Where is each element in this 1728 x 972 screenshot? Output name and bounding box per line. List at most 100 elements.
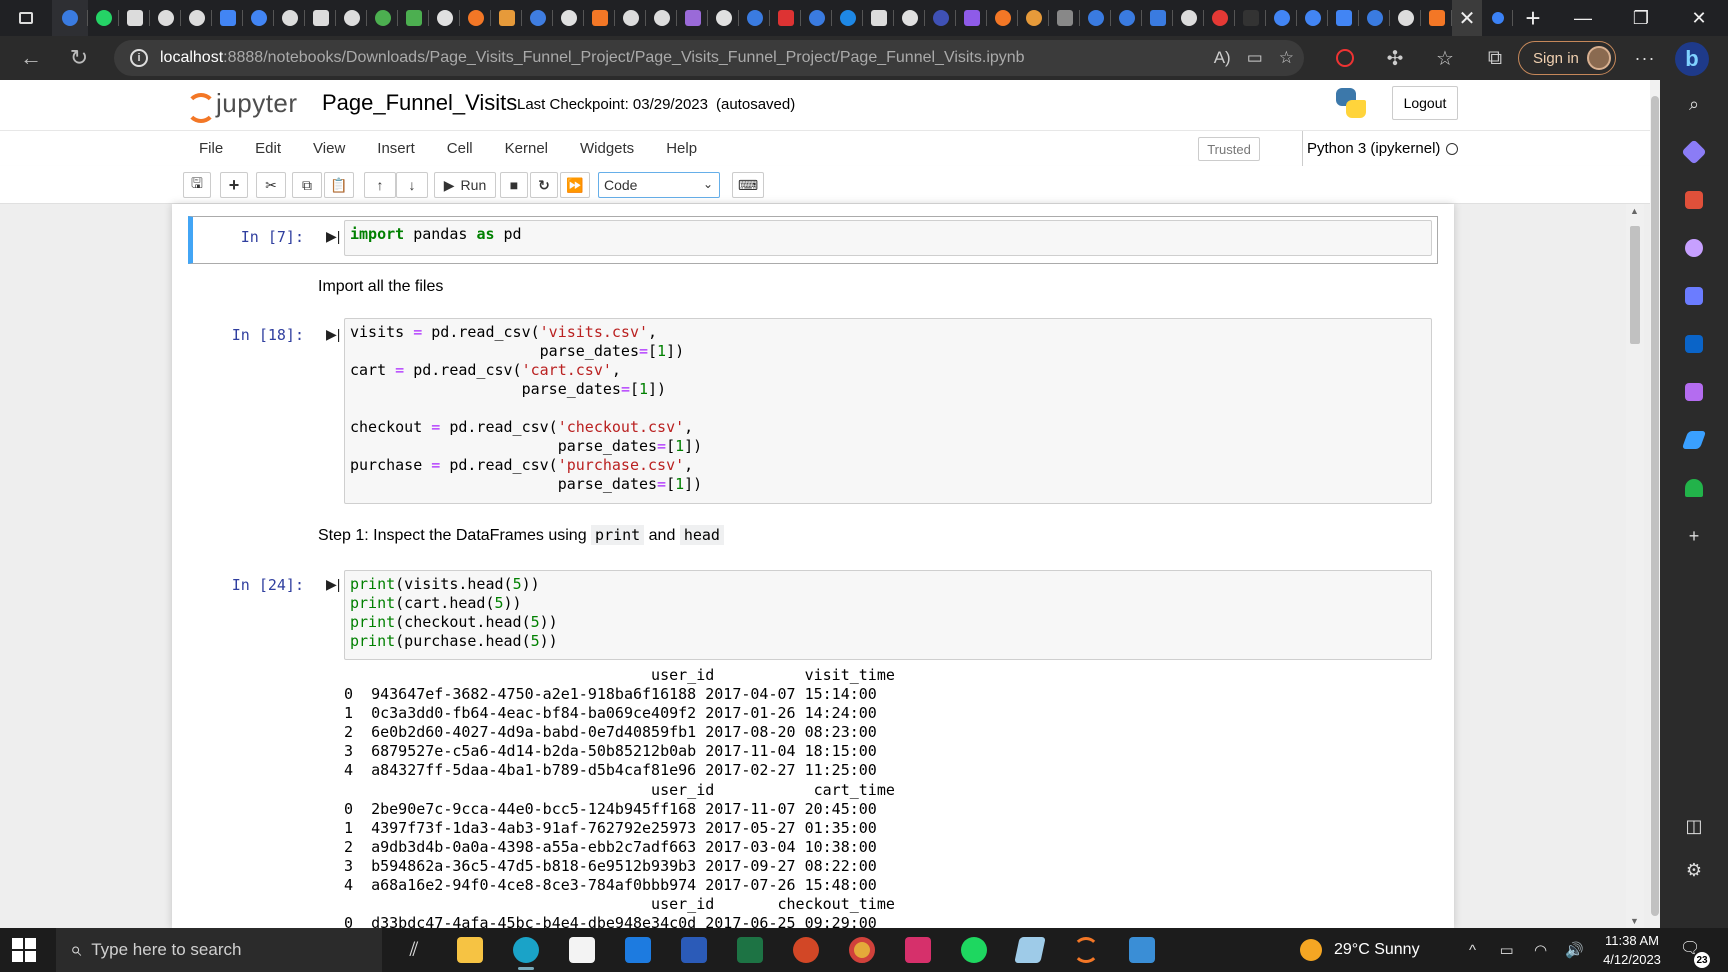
- browser-tab[interactable]: [274, 0, 305, 36]
- weather-sun-icon[interactable]: [1300, 939, 1322, 961]
- browser-tab[interactable]: [677, 0, 708, 36]
- extension-icon[interactable]: [1320, 36, 1370, 80]
- notebook-scrollbar[interactable]: ▲ ▼: [1626, 204, 1644, 928]
- extensions-icon[interactable]: ✣: [1370, 36, 1420, 80]
- browser-tab[interactable]: [336, 0, 367, 36]
- show-hidden-icons-icon[interactable]: ^: [1456, 942, 1490, 959]
- file-explorer-icon[interactable]: [442, 928, 498, 972]
- browser-tab[interactable]: [181, 0, 212, 36]
- keyboard-shortcuts-icon[interactable]: ⌨: [732, 172, 764, 198]
- mail-icon[interactable]: [610, 928, 666, 972]
- browser-tab[interactable]: [1390, 0, 1421, 36]
- outlook-icon[interactable]: [1682, 332, 1706, 356]
- kernel-name[interactable]: Python 3 (ipykernel): [1302, 131, 1440, 167]
- browser-tab[interactable]: [367, 0, 398, 36]
- chrome-icon[interactable]: [834, 928, 890, 972]
- tag-icon[interactable]: [1681, 139, 1707, 165]
- browser-tab[interactable]: [1142, 0, 1173, 36]
- run-button[interactable]: ▶ Run: [434, 172, 496, 198]
- run-cell-icon[interactable]: ▶|: [326, 576, 340, 593]
- minimize-button[interactable]: —: [1554, 0, 1612, 36]
- add-favorite-icon[interactable]: ☆: [1279, 48, 1294, 68]
- scrollbar-thumb[interactable]: [1630, 226, 1640, 344]
- settings-icon[interactable]: ⚙: [1682, 858, 1706, 882]
- browser-tab[interactable]: [1080, 0, 1111, 36]
- task-view-icon[interactable]: ⫽: [386, 928, 442, 972]
- browser-tab[interactable]: [1266, 0, 1297, 36]
- tree-icon[interactable]: [1682, 476, 1706, 500]
- wifi-icon[interactable]: ◠: [1524, 941, 1558, 959]
- code-cell-input[interactable]: visits = pd.read_csv('visits.csv', parse…: [344, 318, 1432, 504]
- send-icon[interactable]: [1681, 428, 1707, 452]
- browser-tab[interactable]: [987, 0, 1018, 36]
- browser-tab[interactable]: [52, 0, 88, 36]
- browser-tab[interactable]: [398, 0, 429, 36]
- menu-edit[interactable]: Edit: [239, 131, 297, 167]
- markdown-cell[interactable]: Import all the files: [318, 278, 443, 296]
- browser-tab[interactable]: [1328, 0, 1359, 36]
- markdown-cell[interactable]: Step 1: Inspect the DataFrames using pri…: [318, 525, 724, 545]
- notifications-icon[interactable]: 🗨 23: [1680, 938, 1710, 968]
- favorites-icon[interactable]: ☆: [1420, 36, 1470, 80]
- browser-tab[interactable]: [708, 0, 739, 36]
- windows-start-icon[interactable]: [12, 938, 38, 962]
- move-down-icon[interactable]: ↓: [396, 172, 428, 198]
- menu-cell[interactable]: Cell: [431, 131, 489, 167]
- menu-view[interactable]: View: [297, 131, 361, 167]
- restart-icon[interactable]: ↻: [530, 172, 558, 198]
- page-scrollbar-thumb[interactable]: [1651, 96, 1659, 916]
- browser-tab[interactable]: [1173, 0, 1204, 36]
- read-aloud-icon[interactable]: A): [1214, 48, 1231, 68]
- excel-icon[interactable]: [722, 928, 778, 972]
- cut-icon[interactable]: ✂: [256, 172, 286, 198]
- browser-tab[interactable]: [956, 0, 987, 36]
- run-cell-icon[interactable]: ▶|: [326, 326, 340, 343]
- browser-tab[interactable]: [925, 0, 956, 36]
- restart-run-all-icon[interactable]: ⏩: [560, 172, 590, 198]
- browser-tab[interactable]: [1235, 0, 1266, 36]
- new-tab-button[interactable]: +: [1513, 3, 1553, 34]
- menu-kernel[interactable]: Kernel: [489, 131, 564, 167]
- trusted-badge[interactable]: Trusted: [1198, 137, 1260, 161]
- close-tab-button[interactable]: ✕: [1452, 0, 1482, 36]
- browser-tab[interactable]: [894, 0, 925, 36]
- move-up-icon[interactable]: ↑: [364, 172, 396, 198]
- games-icon[interactable]: [1682, 236, 1706, 260]
- browser-tab[interactable]: [770, 0, 801, 36]
- browser-tab[interactable]: [150, 0, 181, 36]
- address-bar[interactable]: i localhost:8888/notebooks/Downloads/Pag…: [114, 40, 1304, 76]
- more-menu-icon[interactable]: ···: [1625, 36, 1665, 80]
- add-icon[interactable]: +: [1682, 524, 1706, 548]
- menu-insert[interactable]: Insert: [361, 131, 431, 167]
- jupyter-logo[interactable]: jupyter: [186, 88, 298, 123]
- taskbar-search[interactable]: ⌕ Type here to search: [56, 928, 382, 972]
- browser-tab[interactable]: [305, 0, 336, 36]
- browser-tab[interactable]: [1204, 0, 1235, 36]
- browser-tab[interactable]: [1049, 0, 1080, 36]
- browser-tab[interactable]: [243, 0, 274, 36]
- copilot-icon[interactable]: b: [1675, 42, 1709, 76]
- browser-tab[interactable]: [1359, 0, 1390, 36]
- browser-tab[interactable]: [522, 0, 553, 36]
- logout-button[interactable]: Logout: [1392, 86, 1458, 120]
- code-cell-input[interactable]: import pandas as pd: [344, 220, 1432, 256]
- cell-type-select[interactable]: Code ⌄: [598, 172, 720, 198]
- run-cell-icon[interactable]: ▶|: [326, 228, 340, 245]
- browser-tab[interactable]: [584, 0, 615, 36]
- copilot-sidebar-icon[interactable]: [1682, 284, 1706, 308]
- menu-help[interactable]: Help: [650, 131, 713, 167]
- search-tab[interactable]: [1482, 0, 1513, 36]
- save-icon[interactable]: 🖫: [183, 172, 211, 198]
- browser-tab[interactable]: [88, 0, 119, 36]
- paste-icon[interactable]: 📋: [324, 172, 354, 198]
- browser-tab[interactable]: [832, 0, 863, 36]
- browser-tab[interactable]: [1018, 0, 1049, 36]
- page-scrollbar[interactable]: [1650, 80, 1660, 928]
- spotify-icon[interactable]: [946, 928, 1002, 972]
- photos-icon[interactable]: [1114, 928, 1170, 972]
- browser-tab[interactable]: [429, 0, 460, 36]
- edge-icon[interactable]: [498, 928, 554, 972]
- restore-button[interactable]: ❐: [1612, 0, 1670, 36]
- browser-tab[interactable]: [212, 0, 243, 36]
- browser-tab[interactable]: [646, 0, 677, 36]
